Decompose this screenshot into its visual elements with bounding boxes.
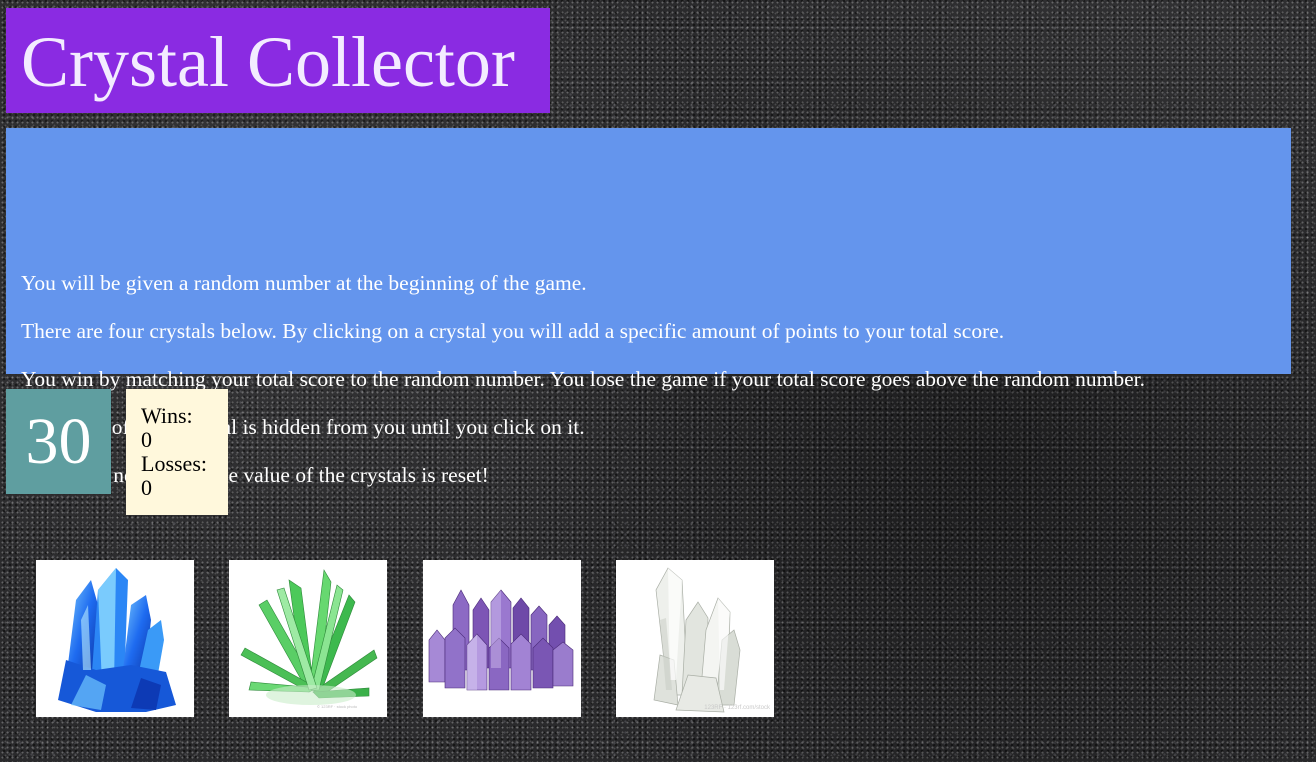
losses-label: Losses: (141, 451, 207, 476)
purple-crystal-button[interactable] (423, 560, 581, 717)
wins-label: Wins: (141, 403, 193, 428)
blue-crystal-button[interactable] (36, 560, 194, 717)
blue-crystal-icon (58, 568, 176, 712)
clear-crystal-icon (653, 567, 741, 713)
title-banner: Crystal Collector (6, 8, 550, 113)
instruction-line: You will be given a random number at the… (21, 271, 587, 295)
wins-value: 0 (141, 427, 152, 452)
target-number: 30 (6, 389, 111, 494)
scoreboard: Wins: 0 Losses: 0 (126, 389, 228, 515)
instructions-panel: You will be given a random number at the… (6, 128, 1291, 487)
green-crystal-button[interactable]: © 123RF · stock photo (229, 560, 387, 717)
page-title: Crystal Collector (21, 22, 515, 102)
purple-crystal-icon (428, 589, 574, 691)
losses-value: 0 (141, 475, 152, 500)
watermark-text: 123RF · 123rf.com/stock (704, 705, 770, 711)
watermark-text: © 123RF · stock photo (317, 704, 358, 709)
green-crystal-icon: © 123RF · stock photo (240, 569, 378, 709)
clear-crystal-button[interactable]: 123RF · 123rf.com/stock (616, 560, 774, 717)
instruction-line: There are four crystals below. By clicki… (21, 319, 1005, 343)
